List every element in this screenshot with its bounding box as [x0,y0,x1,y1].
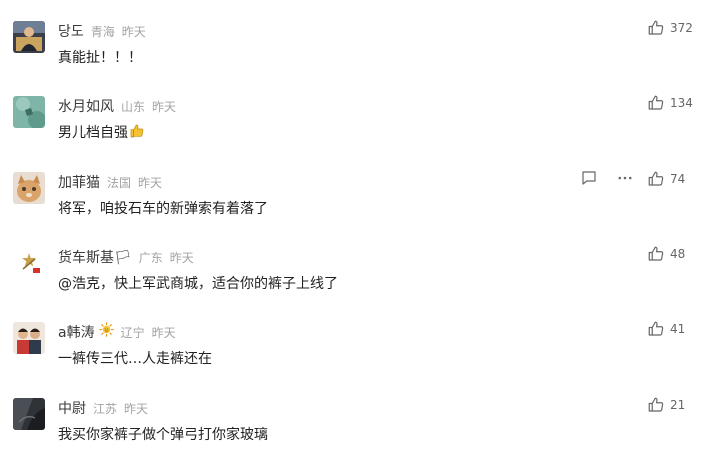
thumbs-up-icon [648,20,664,35]
location: 青海 [90,25,115,39]
username[interactable]: 加菲猫 [58,172,100,192]
comment-item: a韩涛 辽宁 昨天 一裤传三代…人走裤还在 41 [0,319,717,392]
comment-item: 货车斯基🏳 广东 昨天 @浩克，快上军武商城，适合你的裤子上线了 48 [0,244,717,317]
comment-bubble-icon[interactable] [580,169,598,187]
comment-actions [580,169,634,187]
comment-meta: 水月如风 山东 昨天 [58,96,177,115]
thumbs-up-icon [648,397,664,412]
like-button[interactable]: 134 [647,93,693,113]
comment-meta: 加菲猫 法国 昨天 [58,172,163,191]
username[interactable]: 당도 [58,21,84,41]
username[interactable]: 货车斯基🏳 [58,247,132,267]
comment-meta: 中尉 江苏 昨天 [58,398,149,417]
comment-item: 中尉 江苏 昨天 我买你家裤子做个弹弓打你家玻璃 21 [0,395,717,468]
like-button[interactable]: 41 [647,319,685,339]
location: 法国 [107,176,132,190]
timestamp: 昨天 [152,100,177,114]
username[interactable]: 中尉 [58,398,86,418]
comment-meta: 货车斯基🏳 广东 昨天 [58,247,194,266]
comment-text: 男儿档自强 [58,122,145,142]
thumbs-up-emoji-icon [130,124,144,138]
comment-item: 加菲猫 法国 昨天 将军，咱投石车的新弹索有着落了 74 [0,169,717,242]
thumbs-up-icon [648,95,664,110]
thumbs-up-icon [648,246,664,261]
avatar[interactable] [13,96,45,128]
avatar[interactable] [13,172,45,204]
like-button[interactable]: 48 [647,244,685,264]
timestamp: 昨天 [138,176,163,190]
like-count: 134 [670,96,693,110]
sun-badge-icon [98,322,114,337]
like-count: 372 [670,21,693,35]
more-dots-icon[interactable] [616,169,634,187]
comment-text-content: 男儿档自强 [58,125,128,141]
timestamp: 昨天 [151,326,176,340]
comment-item: 당도 青海 昨天 真能扯！！！ 372 [0,18,717,91]
like-button[interactable]: 74 [647,169,685,189]
comment-text: 我买你家裤子做个弹弓打你家玻璃 [58,427,268,443]
comment-text: 真能扯！！！ [58,50,142,66]
timestamp: 昨天 [121,25,146,39]
like-count: 74 [670,172,686,186]
username[interactable]: a韩涛 [58,322,95,342]
thumbs-up-icon [648,171,664,186]
comment-item: 水月如风 山东 昨天 男儿档自强 134 [0,93,717,166]
comment-meta: 당도 青海 昨天 [58,21,146,40]
avatar[interactable] [13,247,45,279]
avatar[interactable] [13,398,45,430]
thumbs-up-icon [648,321,664,336]
like-count: 41 [670,322,686,336]
comment-meta: a韩涛 辽宁 昨天 [58,322,176,341]
location: 辽宁 [120,326,145,340]
location: 山东 [121,100,146,114]
comment-text: 一裤传三代…人走裤还在 [58,351,212,367]
comment-text: @浩克，快上军武商城，适合你的裤子上线了 [58,276,338,292]
like-button[interactable]: 372 [647,18,693,38]
timestamp: 昨天 [124,402,149,416]
location: 广东 [138,251,163,265]
username[interactable]: 水月如风 [58,96,114,116]
timestamp: 昨天 [169,251,194,265]
like-count: 48 [670,247,686,261]
comment-list: 당도 青海 昨天 真能扯！！！ 372 水月如风 山东 昨天 男儿档自强 134… [0,0,717,456]
comment-text: 将军，咱投石车的新弹索有着落了 [58,201,268,217]
location: 江苏 [93,402,118,416]
like-button[interactable]: 21 [647,395,685,415]
avatar[interactable] [13,322,45,354]
like-count: 21 [670,398,686,412]
avatar[interactable] [13,21,45,53]
